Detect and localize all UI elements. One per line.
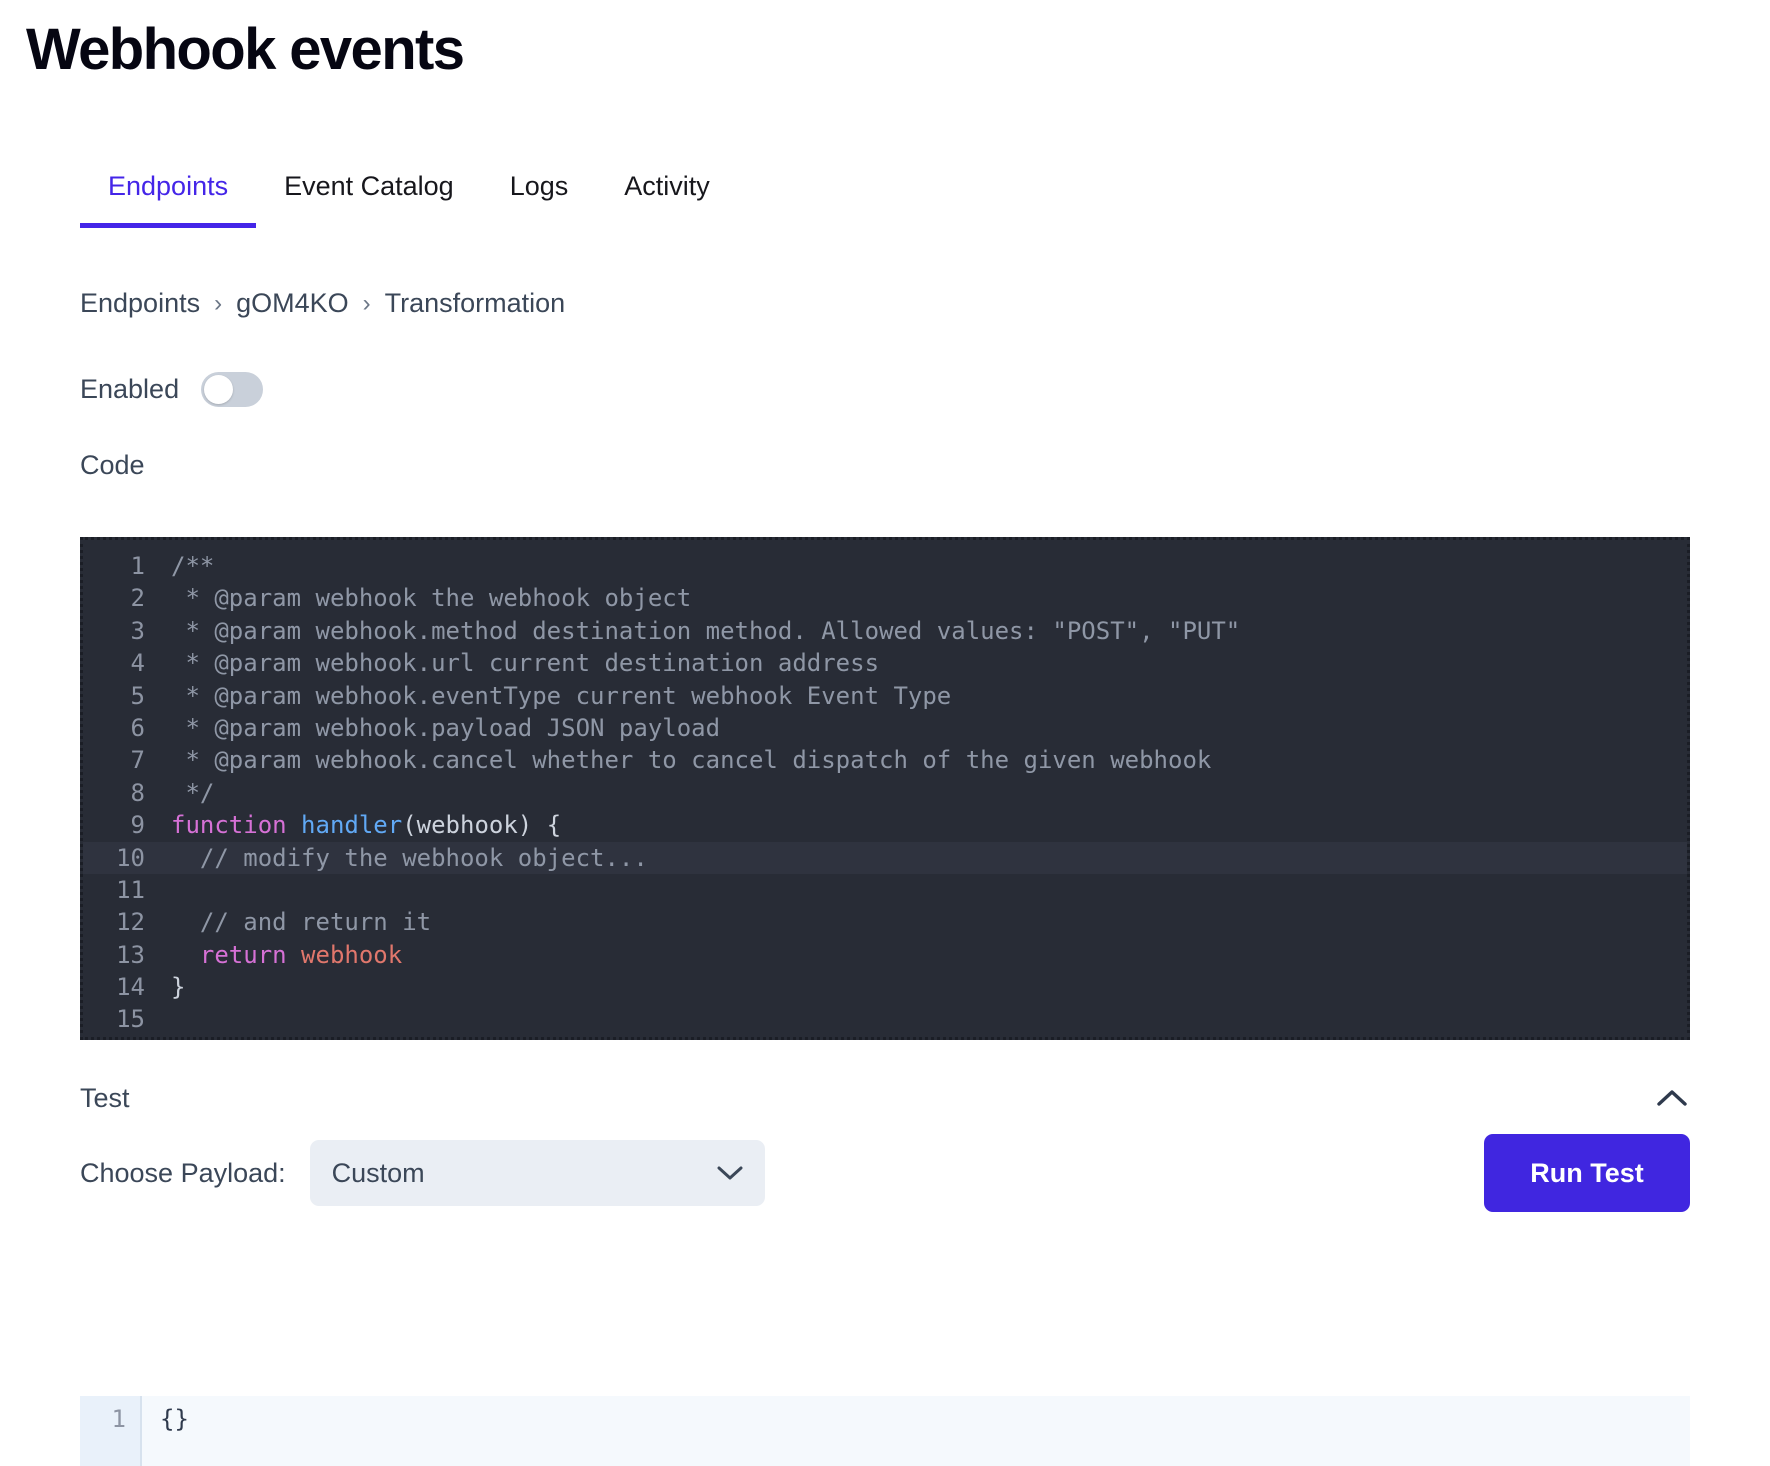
breadcrumb-item-1[interactable]: gOM4KO: [236, 288, 349, 319]
code-line: 6 * @param webhook.payload JSON payload: [83, 712, 1687, 744]
payload-editor-content[interactable]: {}: [142, 1396, 189, 1466]
code-label: Code: [80, 450, 145, 481]
code-line-text: */: [171, 777, 214, 809]
code-line-text: }: [171, 971, 185, 1003]
code-line: 12 // and return it: [83, 906, 1687, 938]
code-line: 11: [83, 874, 1687, 906]
tab-endpoints[interactable]: Endpoints: [80, 170, 256, 228]
code-editor[interactable]: 1ⱟ/**2 * @param webhook the webhook obje…: [80, 537, 1690, 1040]
code-fold-toggle-icon[interactable]: ⱟ: [145, 553, 171, 585]
page-title: Webhook events: [26, 18, 463, 82]
code-line-number: 1: [83, 550, 145, 582]
code-line: 15: [83, 1003, 1687, 1035]
code-line-number: 2: [83, 582, 145, 614]
code-line-text: return webhook: [171, 939, 402, 971]
code-line: 4 * @param webhook.url current destinati…: [83, 647, 1687, 679]
code-line-number: 11: [83, 874, 145, 906]
code-line: 9ⱟfunction handler(webhook) {: [83, 809, 1687, 841]
code-line-number: 14: [83, 971, 145, 1003]
code-line: 13 return webhook: [83, 939, 1687, 971]
code-line-number: 7: [83, 744, 145, 776]
code-line-text: * @param webhook.method destination meth…: [171, 615, 1240, 647]
payload-select[interactable]: Custom: [310, 1140, 765, 1206]
breadcrumb: Endpoints › gOM4KO › Transformation: [80, 288, 565, 319]
code-line-text: * @param webhook the webhook object: [171, 582, 691, 614]
code-line-text: // and return it: [171, 906, 431, 938]
code-line-text: // modify the webhook object...: [171, 842, 648, 874]
tab-bar: EndpointsEvent CatalogLogsActivity: [80, 170, 738, 228]
code-line: 8 */: [83, 777, 1687, 809]
code-line: 5 * @param webhook.eventType current web…: [83, 680, 1687, 712]
breadcrumb-item-0[interactable]: Endpoints: [80, 288, 200, 319]
breadcrumb-separator: ›: [214, 292, 222, 316]
run-test-button[interactable]: Run Test: [1484, 1134, 1690, 1212]
toggle-knob: [204, 375, 233, 404]
payload-editor[interactable]: 1 {}: [80, 1396, 1690, 1466]
enabled-label: Enabled: [80, 374, 179, 405]
code-line-text: /**: [171, 550, 214, 582]
enabled-toggle[interactable]: [201, 372, 263, 407]
breadcrumb-item-2: Transformation: [385, 288, 566, 319]
tab-event-catalog[interactable]: Event Catalog: [256, 170, 482, 228]
payload-select-value: Custom: [332, 1158, 425, 1189]
payload-editor-gutter: 1: [80, 1396, 142, 1466]
code-line-text: * @param webhook.payload JSON payload: [171, 712, 720, 744]
code-line-number: 10: [83, 842, 145, 874]
code-line: 14}: [83, 971, 1687, 1003]
code-line: 1ⱟ/**: [83, 550, 1687, 582]
code-line-text: * @param webhook.eventType current webho…: [171, 680, 951, 712]
code-line-number: 9: [83, 809, 145, 841]
enabled-row: Enabled: [80, 372, 263, 407]
code-line-number: 4: [83, 647, 145, 679]
code-line-number: 3: [83, 615, 145, 647]
chevron-down-icon: [717, 1165, 743, 1181]
code-line-number: 15: [83, 1003, 145, 1035]
breadcrumb-separator: ›: [363, 292, 371, 316]
code-line-number: 8: [83, 777, 145, 809]
code-line-text: * @param webhook.url current destination…: [171, 647, 879, 679]
code-line-number: 5: [83, 680, 145, 712]
code-line-number: 13: [83, 939, 145, 971]
code-line-number: 12: [83, 906, 145, 938]
code-line-text: * @param webhook.cancel whether to cance…: [171, 744, 1211, 776]
code-line: 3 * @param webhook.method destination me…: [83, 615, 1687, 647]
code-line-number: 6: [83, 712, 145, 744]
code-line: 2 * @param webhook the webhook object: [83, 582, 1687, 614]
chevron-up-icon[interactable]: [1654, 1080, 1690, 1116]
test-section-header: Test: [80, 1080, 1690, 1116]
code-line: 10 // modify the webhook object...: [83, 842, 1687, 874]
code-line: 7 * @param webhook.cancel whether to can…: [83, 744, 1687, 776]
choose-payload-label: Choose Payload:: [80, 1158, 286, 1189]
code-line-text: function handler(webhook) {: [171, 809, 561, 841]
payload-row: Choose Payload: Custom Run Test: [80, 1134, 1690, 1212]
test-section-title: Test: [80, 1083, 130, 1114]
code-fold-toggle-icon[interactable]: ⱟ: [145, 812, 171, 844]
tab-activity[interactable]: Activity: [596, 170, 738, 228]
tab-logs[interactable]: Logs: [482, 170, 597, 228]
